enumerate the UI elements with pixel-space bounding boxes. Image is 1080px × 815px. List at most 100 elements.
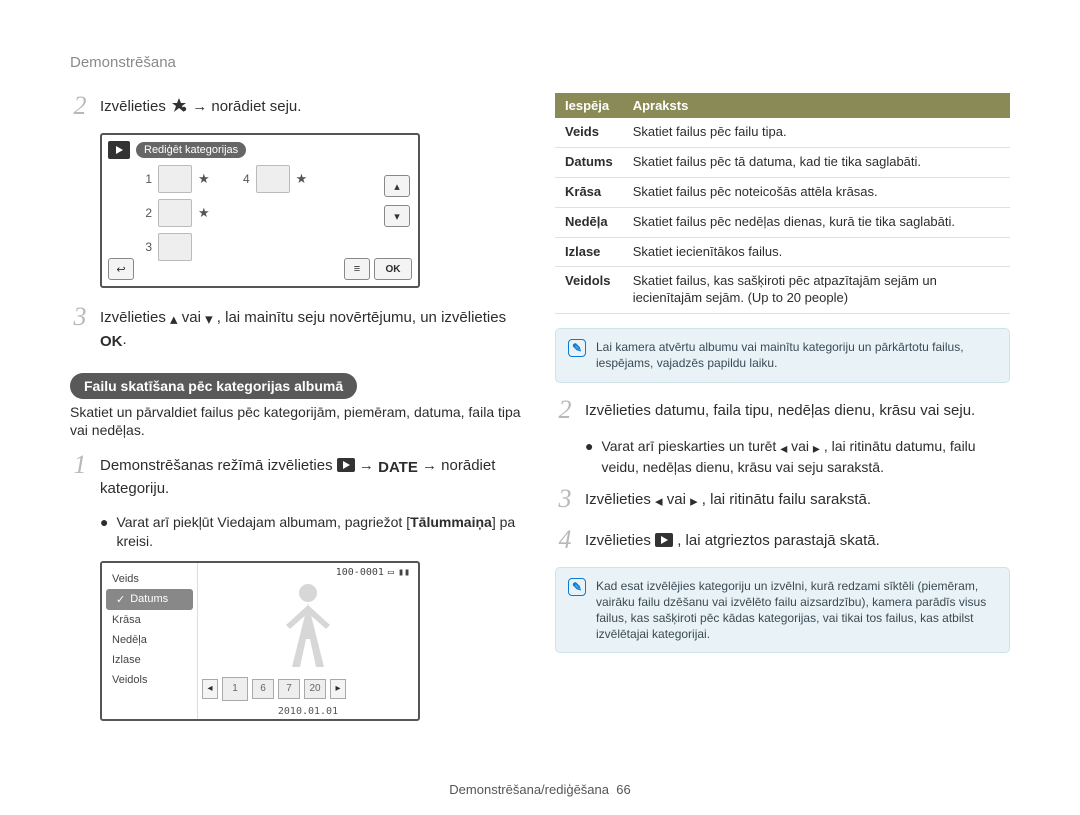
row-num: 1 [142,172,152,186]
edit-categories-screen: Rediģēt kategorijas 1 ★ 2 ★ 3 4 ★ ▴ ▾ [100,133,420,288]
playback-mode-icon [655,533,673,547]
menu-item[interactable]: Veidols [102,670,197,690]
row-num: 2 [142,206,152,220]
text: . [123,331,127,348]
option-key: Veids [555,118,623,147]
thumb[interactable]: 6 [252,679,274,699]
option-key: Krāsa [555,177,623,207]
table-row: NedēļaSkatiet failus pēc nedēļas dienas,… [555,207,1010,237]
text: , lai atgrieztos parastajā skatā. [677,532,880,549]
section-heading: Failu skatīšana pēc kategorijas albumā [70,373,357,399]
right-sub-bullet: ● Varat arī pieskarties un turēt ◂ vai ▸… [585,437,1010,477]
option-desc: Skatiet failus, kas sašķiroti pēc atpazī… [623,267,1010,314]
ok-button[interactable]: OK [374,258,412,280]
text: Demonstrēšanas režīmā izvēlieties [100,457,337,474]
note-text: Kad esat izvēlējies kategoriju un izvēln… [596,578,997,643]
page-header: Demonstrēšana [70,54,1010,71]
table-row: VeidolsSkatiet failus, kas sašķiroti pēc… [555,267,1010,314]
card-icon: ▭ [388,567,394,578]
left-step-A1: 1 Demonstrēšanas režīmā izvēlieties → DA… [70,452,525,499]
row-num: 4 [240,172,250,186]
date-icon: DATE [378,458,418,478]
option-key: Nedēļa [555,207,623,237]
step-number: 3 [70,304,90,330]
option-key: Izlase [555,237,623,267]
star-person-icon [170,97,188,113]
right-arrow-icon: ▸ [813,439,820,458]
info-icon: ✎ [568,339,586,357]
right-arrow-icon: ▸ [690,492,698,512]
playback-icon [108,141,130,159]
text: Izvēlieties [100,309,170,326]
option-key: Datums [555,147,623,177]
menu-item[interactable]: Nedēļa [102,630,197,650]
back-button[interactable]: ↩ [108,258,134,280]
menu-button[interactable]: ≡ [344,258,370,280]
category-album-screen: Veids✓DatumsKrāsaNedēļaIzlaseVeidols 100… [100,561,420,721]
page-footer: Demonstrēšana/rediģēšana 66 [0,782,1080,797]
table-row: VeidsSkatiet failus pēc failu tipa. [555,118,1010,147]
face-thumb[interactable] [158,165,192,193]
face-thumb[interactable] [256,165,290,193]
th-desc: Apraksts [623,93,1010,118]
right-step-3: 3 Izvēlieties ◂ vai ▸ , lai ritinātu fai… [555,486,1010,512]
thumb[interactable]: 20 [304,679,326,699]
text: vai [791,438,813,454]
info-icon: ✎ [568,578,586,596]
option-desc: Skatiet failus pēc nedēļas dienas, kurā … [623,207,1010,237]
file-info: 100-0001 ▭ ▮▮ [336,567,410,578]
scroll-up-button[interactable]: ▴ [384,175,410,197]
left-arrow-icon: ◂ [780,439,787,458]
option-key: Veidols [555,267,623,314]
menu-item[interactable]: ✓Datums [106,589,193,610]
th-option: Iespēja [555,93,623,118]
table-row: DatumsSkatiet failus pēc tā datuma, kad … [555,147,1010,177]
right-column: Iespēja Apraksts VeidsSkatiet failus pēc… [555,93,1010,737]
text: vai [182,309,205,326]
option-desc: Skatiet failus pēc noteicošās attēla krā… [623,177,1010,207]
table-row: IzlaseSkatiet iecienītākos failus. [555,237,1010,267]
table-row: KrāsaSkatiet failus pēc noteicošās attēl… [555,177,1010,207]
file-date: 2010.01.01 [198,706,418,717]
right-step-2: 2 Izvēlieties datumu, faila tipu, nedēļa… [555,397,1010,423]
silhouette-icon [278,579,338,674]
text: → norādiet seju. [192,98,301,115]
text: Izvēlieties [585,491,655,508]
step-number: 2 [555,397,575,423]
left-step-2: 2 Izvēlieties → norādiet seju. [70,93,525,119]
category-menu[interactable]: Veids✓DatumsKrāsaNedēļaIzlaseVeidols [102,563,198,719]
options-table: Iespēja Apraksts VeidsSkatiet failus pēc… [555,93,1010,314]
thumb[interactable]: 1 [222,677,248,701]
text: Izvēlieties datumu, faila tipu, nedēļas … [585,397,1010,421]
face-thumb[interactable] [158,199,192,227]
text: , lai ritinātu failu sarakstā. [702,491,871,508]
up-arrow-icon: ▴ [170,310,178,330]
prev-arrow[interactable]: ◂ [202,679,218,699]
step-number: 3 [555,486,575,512]
step-number: 4 [555,527,575,553]
text: Varat arī pieskarties un turēt [601,438,780,454]
thumbnail-strip[interactable]: ◂ 1 6 7 20 ▸ [202,677,414,701]
face-thumb[interactable] [158,233,192,261]
scroll-down-button[interactable]: ▾ [384,205,410,227]
ok-icon: OK [100,332,123,352]
left-column: 2 Izvēlieties → norādiet seju. Rediģēt k… [70,93,525,737]
next-arrow[interactable]: ▸ [330,679,346,699]
left-sub-bullet: ● Varat arī piekļūt Viedajam albumam, pa… [100,513,525,551]
note-text: Lai kamera atvērtu albumu vai mainītu ka… [596,339,997,371]
playback-mode-icon [337,458,355,472]
menu-item[interactable]: Krāsa [102,610,197,630]
option-desc: Skatiet failus pēc failu tipa. [623,118,1010,147]
star-icon: ★ [198,205,210,221]
step-number: 2 [70,93,90,119]
star-icon: ★ [198,171,210,187]
menu-item[interactable]: Izlase [102,650,197,670]
thumb[interactable]: 7 [278,679,300,699]
screen-title: Rediģēt kategorijas [136,142,246,158]
down-arrow-icon: ▾ [205,310,213,330]
menu-item[interactable]: Veids [102,569,197,589]
info-note-1: ✎ Lai kamera atvērtu albumu vai mainītu … [555,328,1010,382]
row-num: 3 [142,240,152,254]
star-icon: ★ [296,171,308,187]
info-note-2: ✎ Kad esat izvēlējies kategoriju un izvē… [555,567,1010,654]
